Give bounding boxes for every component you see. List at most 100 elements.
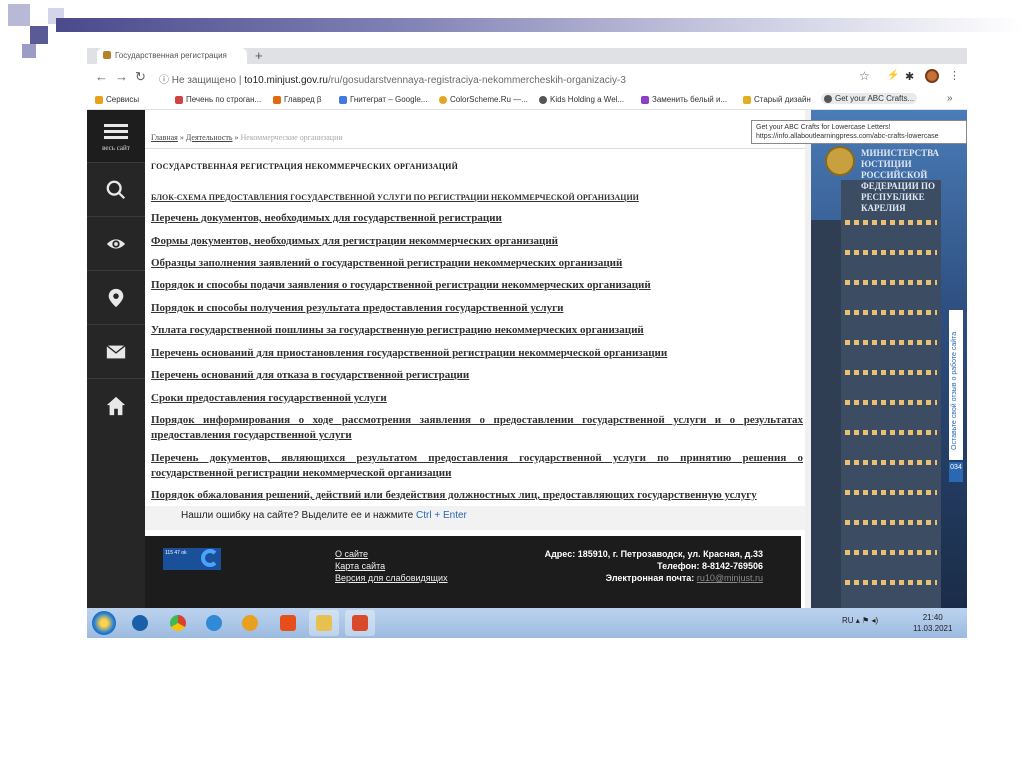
- footer-phone: Телефон: 8-8142-769506: [657, 561, 763, 571]
- document-link[interactable]: Порядок и способы подачи заявления о гос…: [151, 278, 803, 293]
- flag-icon[interactable]: ⚑: [862, 616, 869, 625]
- taskbar-app[interactable]: [235, 610, 265, 636]
- bookmark-item[interactable]: ColorScheme.Ru —...: [439, 95, 528, 104]
- sidebar-item-mail[interactable]: [87, 324, 145, 378]
- document-link[interactable]: Формы документов, необходимых для регист…: [151, 234, 803, 249]
- building-windows: [845, 310, 937, 315]
- home-icon: [106, 396, 126, 415]
- banner-building: [841, 180, 941, 608]
- document-link[interactable]: Порядок обжалования решений, действий ил…: [151, 488, 803, 503]
- plus-icon[interactable]: +: [255, 48, 263, 63]
- volume-icon[interactable]: ◂): [871, 616, 878, 625]
- document-link[interactable]: Перечень документов, являющихся результа…: [151, 451, 803, 481]
- more-bookmarks-icon[interactable]: »: [947, 93, 953, 104]
- taskbar-app[interactable]: [125, 610, 155, 636]
- building-windows: [845, 490, 937, 495]
- footer-link-accessible[interactable]: Версия для слабовидящих: [335, 572, 448, 584]
- taskbar-app[interactable]: [199, 610, 229, 636]
- feedback-count-badge: 034: [949, 462, 963, 482]
- puzzle-icon[interactable]: ✱: [905, 70, 914, 83]
- search-icon: [106, 180, 126, 199]
- footer-logo[interactable]: 115 47 ok: [163, 548, 221, 570]
- document-link[interactable]: Сроки предоставления государственной усл…: [151, 391, 803, 406]
- feedback-label[interactable]: Оставьте свой отзыв о работе сайта: [951, 332, 958, 450]
- building-windows: [845, 550, 937, 555]
- map-pin-icon: [108, 288, 124, 307]
- browser-screenshot: Государственная регистрация + ← → ↻ ⓘ Не…: [87, 48, 967, 638]
- document-link[interactable]: Перечень документов, необходимых для гос…: [151, 211, 803, 226]
- reload-icon[interactable]: ↻: [135, 69, 146, 85]
- sidebar-item-map[interactable]: [87, 270, 145, 324]
- forward-arrow-icon[interactable]: →: [115, 69, 128, 84]
- document-link[interactable]: Порядок и способы получения результата п…: [151, 301, 803, 316]
- bookmark-item[interactable]: Гнитеграт – Google...: [339, 95, 427, 104]
- building-windows: [845, 520, 937, 525]
- footer-link-sitemap[interactable]: Карта сайта: [335, 560, 448, 572]
- bookmark-item[interactable]: Заменить белый и...: [641, 95, 727, 104]
- tab-title: Государственная регистрация: [115, 51, 227, 60]
- error-report-bar: Нашли ошибку на сайте? Выделите ее и наж…: [145, 506, 805, 530]
- bookmark-tooltip: Get your ABC Crafts for Lowercase Letter…: [751, 120, 967, 144]
- site-sidebar: весь сайт: [87, 110, 145, 608]
- taskbar-app[interactable]: [345, 610, 375, 636]
- error-report-shortcut: Ctrl + Enter: [416, 510, 467, 521]
- breadcrumb-home[interactable]: Главная: [151, 133, 178, 142]
- bookmarks-bar: Сервисы Печень по строган... Главред β Г…: [87, 90, 967, 110]
- language-indicator[interactable]: RU: [842, 616, 854, 625]
- site-menu-button[interactable]: весь сайт: [87, 110, 145, 162]
- presentation-icon: [352, 615, 368, 631]
- logo-text: 115 47 ok: [165, 550, 187, 556]
- footer-contacts: Адрес: 185910, г. Петрозаводск, ул. Крас…: [545, 548, 763, 584]
- bookmark-item[interactable]: Get your ABC Crafts...: [821, 93, 918, 104]
- block-scheme-link[interactable]: БЛОК-СХЕМА ПРЕДОСТАВЛЕНИЯ ГОСУДАРСТВЕННО…: [151, 193, 639, 202]
- slide-header-bar: [56, 18, 1024, 32]
- document-link[interactable]: Перечень оснований для приостановления г…: [151, 346, 803, 361]
- eye-icon: [106, 238, 126, 249]
- mail-icon: [106, 344, 126, 358]
- browser-tab[interactable]: Государственная регистрация: [97, 48, 247, 64]
- bookmark-favicon: [175, 95, 183, 104]
- breadcrumb-section[interactable]: Деятельность: [186, 133, 233, 142]
- sidebar-item-search[interactable]: [87, 162, 145, 216]
- building-windows: [845, 400, 937, 405]
- bookmark-item[interactable]: Сервисы: [95, 95, 139, 104]
- document-link[interactable]: Перечень оснований для отказа в государс…: [151, 368, 803, 383]
- footer-links: О сайте Карта сайта Версия для слабовидя…: [335, 548, 448, 584]
- bookmark-item[interactable]: Главред β: [273, 95, 321, 104]
- taskbar-app[interactable]: [273, 610, 303, 636]
- footer-email[interactable]: ru10@minjust.ru: [697, 573, 763, 583]
- footer-email-label: Электронная почта:: [605, 573, 695, 583]
- slide-decor-square: [22, 44, 36, 58]
- start-icon[interactable]: [92, 611, 116, 635]
- back-arrow-icon[interactable]: ←: [95, 69, 108, 84]
- sidebar-item-accessibility[interactable]: [87, 216, 145, 270]
- mail-app-icon: [206, 615, 222, 631]
- building-windows: [845, 220, 937, 225]
- building-windows: [845, 460, 937, 465]
- building-windows: [845, 430, 937, 435]
- clock-date: 11.03.2021: [913, 624, 953, 633]
- taskbar-clock[interactable]: 21:40 11.03.2021: [913, 612, 952, 634]
- menu-dots-icon[interactable]: ⋮: [949, 69, 960, 82]
- profile-avatar[interactable]: [925, 69, 939, 83]
- star-icon[interactable]: ☆: [859, 69, 870, 83]
- footer-link-about[interactable]: О сайте: [335, 548, 448, 560]
- bookmark-item[interactable]: Печень по строган...: [175, 95, 261, 104]
- site-favicon: [103, 51, 111, 59]
- bookmark-item[interactable]: Kids Holding a Wel...: [539, 95, 624, 104]
- tv-icon: [132, 615, 148, 631]
- bookmark-favicon: [743, 95, 751, 104]
- taskbar-app[interactable]: [309, 610, 339, 636]
- sidebar-item-home[interactable]: [87, 378, 145, 432]
- document-link[interactable]: Уплата государственной пошлины за госуда…: [151, 323, 803, 338]
- ministry-banner: МИНИСТЕРСТВА ЮСТИЦИИ РОССИЙСКОЙ ФЕДЕРАЦИ…: [811, 110, 967, 608]
- apps-grid-icon: [95, 95, 103, 104]
- document-link[interactable]: Порядок информирования о ходе рассмотрен…: [151, 413, 803, 443]
- address-bar[interactable]: ⓘ Не защищено | to10.minjust.gov.ru/ru/g…: [159, 68, 879, 86]
- extension-icon[interactable]: ⚡: [887, 70, 899, 82]
- document-link[interactable]: Образцы заполнения заявлений о государст…: [151, 256, 803, 271]
- building-windows: [845, 250, 937, 255]
- bookmark-item[interactable]: Старый дизайн: [743, 95, 811, 104]
- taskbar-app[interactable]: [163, 610, 193, 636]
- chrome-icon: [170, 615, 186, 631]
